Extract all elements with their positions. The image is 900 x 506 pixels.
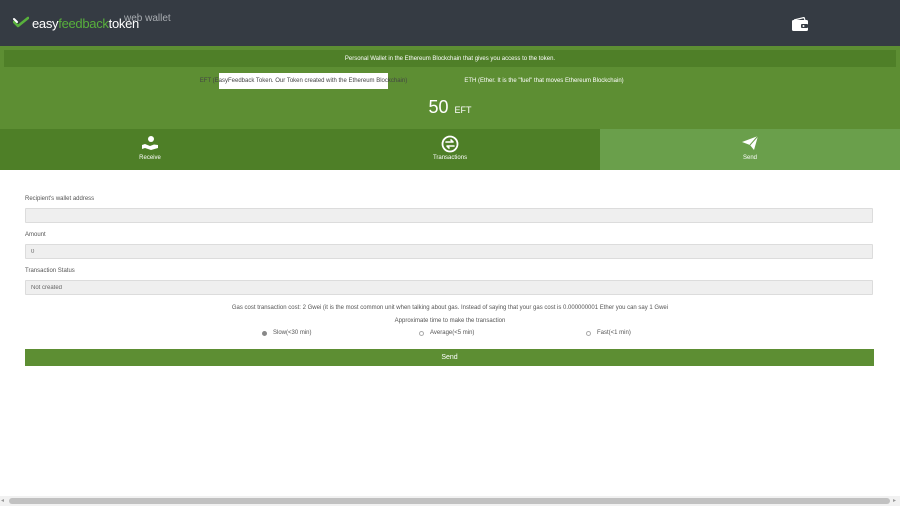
tab-receive-label: Receive bbox=[139, 155, 161, 161]
transaction-status-label: Transaction Status bbox=[25, 268, 75, 274]
speed-option-fast-label: Fast(<1 min) bbox=[597, 330, 631, 336]
tab-transactions[interactable]: Transactions bbox=[300, 129, 600, 170]
radio-slow[interactable] bbox=[262, 330, 267, 336]
scroll-left-icon[interactable]: ◂ bbox=[1, 497, 4, 504]
wallet-hero: Personal Wallet in the Ethereum Blockcha… bbox=[0, 46, 900, 170]
brand-part-easy: easy bbox=[32, 16, 59, 31]
approx-time-label: Approximate time to make the transaction bbox=[394, 318, 506, 324]
tab-transactions-label: Transactions bbox=[432, 155, 468, 161]
speed-option-slow-label: Slow(<30 min) bbox=[273, 330, 312, 336]
balance-unit: EFT bbox=[454, 105, 472, 115]
amount-input[interactable] bbox=[25, 244, 873, 259]
paper-plane-icon bbox=[741, 135, 759, 156]
balance-amount: 50 bbox=[428, 97, 449, 117]
brand-part-feedback: feedback bbox=[58, 16, 109, 31]
radio-fast[interactable] bbox=[586, 330, 591, 336]
eft-token-button[interactable]: EFT (EasyFeedback Token. Our Token creat… bbox=[200, 73, 407, 89]
hand-coin-icon bbox=[141, 135, 159, 156]
speed-option-fast[interactable]: Fast(<1 min) bbox=[586, 330, 631, 336]
send-button[interactable]: Send bbox=[25, 349, 874, 366]
speed-option-average[interactable]: Average(<5 min) bbox=[419, 330, 474, 336]
recipient-label: Recipient's wallet address bbox=[25, 196, 95, 202]
wallet-icon[interactable] bbox=[791, 16, 809, 37]
balance-display: 50 EFT bbox=[0, 97, 900, 118]
speed-option-average-label: Average(<5 min) bbox=[430, 330, 475, 336]
horizontal-scrollbar[interactable]: ◂ ▸ bbox=[0, 496, 900, 506]
top-bar: easyfeedbacktoken web wallet bbox=[0, 0, 900, 46]
scroll-right-icon[interactable]: ▸ bbox=[893, 497, 896, 504]
wallet-banner: Personal Wallet in the Ethereum Blockcha… bbox=[4, 50, 896, 67]
tab-receive[interactable]: Receive bbox=[0, 129, 300, 170]
speed-option-slow[interactable]: Slow(<30 min) bbox=[262, 330, 312, 336]
brand-subtitle: web wallet bbox=[124, 13, 171, 24]
amount-label: Amount bbox=[25, 232, 46, 238]
transaction-status-field bbox=[25, 280, 873, 295]
tab-send[interactable]: Send bbox=[600, 129, 900, 170]
gas-cost-note: Gas cost transaction cost: 2 Gwei (it is… bbox=[231, 305, 669, 311]
scrollbar-thumb[interactable] bbox=[9, 498, 890, 504]
check-logo-icon bbox=[13, 16, 29, 28]
eth-token-button[interactable]: ETH (Ether. It is the "fuel" that moves … bbox=[458, 73, 630, 89]
radio-average[interactable] bbox=[419, 330, 424, 336]
brand-name: easyfeedbacktoken bbox=[32, 16, 139, 31]
wallet-tabs: Receive Transactions Send bbox=[0, 129, 900, 170]
tab-send-label: Send bbox=[742, 155, 757, 161]
recipient-address-input[interactable] bbox=[25, 208, 873, 223]
